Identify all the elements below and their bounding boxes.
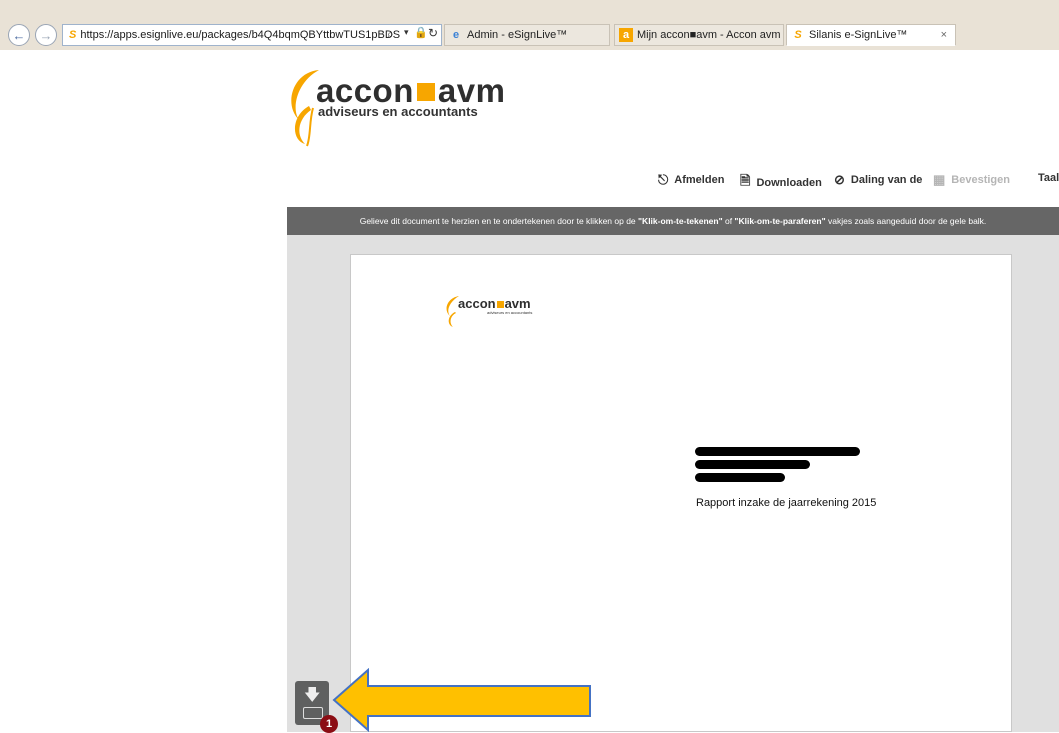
logo-tagline: adviseurs en accountants: [318, 104, 478, 119]
logout-button[interactable]: ⎋ Afmelden: [658, 172, 724, 188]
download-button[interactable]: 🗎 Downloaden: [740, 172, 822, 194]
search-icon[interactable]: ⌕: [387, 27, 394, 42]
redacted-line: [695, 447, 860, 456]
instruction-banner: Gelieve dit document te herzien en te on…: [287, 207, 1059, 235]
redacted-line: [695, 460, 810, 469]
site-favicon-icon: S: [69, 29, 77, 41]
lock-icon: 🔒: [414, 27, 428, 39]
document-logo-square-icon: [496, 301, 504, 308]
tab-mijn-accon[interactable]: a Mijn accon■avm - Accon avm: [614, 24, 784, 46]
document-logo-tagline: adviseurs en accountants: [487, 310, 533, 315]
dropdown-icon[interactable]: ▾: [404, 27, 409, 38]
close-tab-icon[interactable]: ×: [941, 25, 947, 45]
address-bar[interactable]: Shttps://apps.esignlive.eu/packages/b4Q4…: [62, 24, 442, 46]
ie-icon: e: [452, 29, 460, 41]
redacted-line: [695, 473, 785, 482]
refresh-icon[interactable]: ↻: [428, 26, 438, 40]
back-arrow-icon[interactable]: ←: [8, 24, 30, 46]
logout-icon: ⎋: [658, 172, 669, 187]
document-title: Rapport inzake de jaarrekening 2015: [696, 497, 877, 509]
accon-favicon-icon: a: [619, 28, 633, 42]
forward-arrow-icon[interactable]: →: [35, 24, 57, 46]
decline-button[interactable]: ⊘ Daling van de: [834, 172, 922, 188]
confirm-button[interactable]: ▦ Bevestigen: [933, 172, 1010, 188]
logo-square-icon: [416, 83, 435, 101]
language-button[interactable]: Taal: [1038, 172, 1059, 184]
yellow-pointer-arrow: [332, 668, 591, 732]
decline-icon: ⊘: [834, 172, 845, 187]
address-url: https://apps.esignlive.eu/packages/b4Q4b…: [80, 29, 401, 41]
confirm-icon: ▦: [933, 172, 946, 187]
document-logo-wordmark: accon avm: [458, 296, 531, 311]
tab-silanis[interactable]: S Silanis e-SignLive™ ×: [786, 24, 956, 46]
tab-admin[interactable]: e Admin - eSignLive™: [444, 24, 610, 46]
signature-pen-icon: [303, 707, 323, 719]
download-icon: 🗎: [740, 173, 751, 188]
silanis-favicon-icon: S: [794, 29, 802, 41]
